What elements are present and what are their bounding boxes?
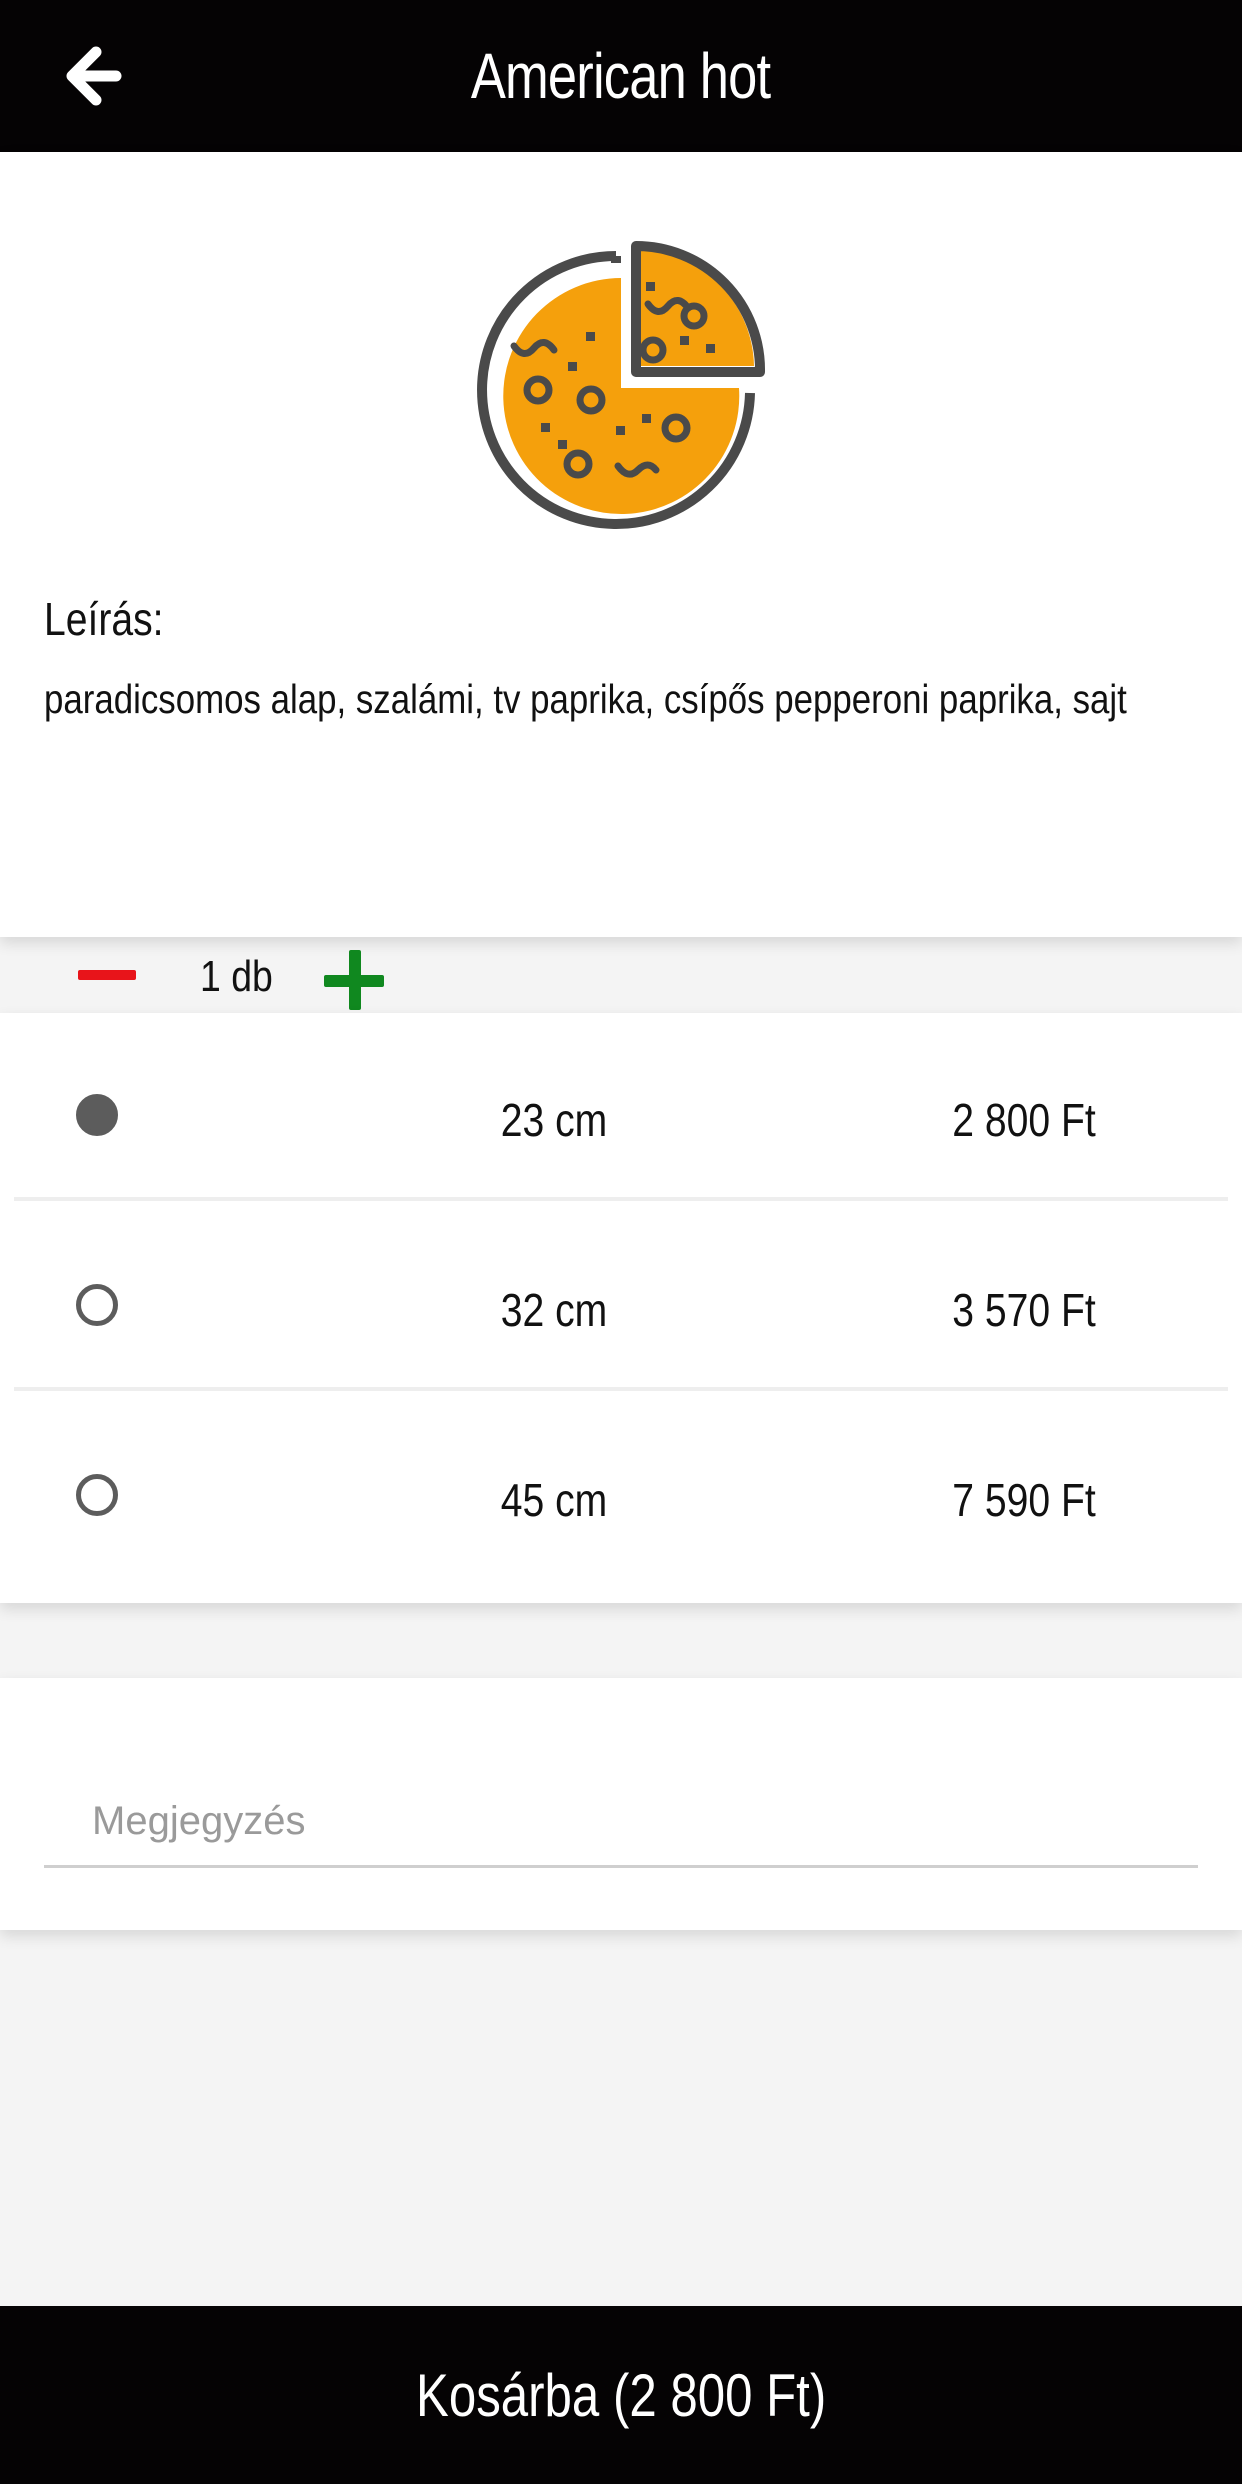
add-to-cart-label: Kosárba (2 800 Ft) xyxy=(415,2361,827,2429)
price-label: 7 590 Ft xyxy=(952,1474,1096,1526)
price-label: 2 800 Ft xyxy=(952,1094,1096,1146)
size-option-45cm[interactable]: 45 cm 7 590 Ft xyxy=(14,1393,1228,1581)
description-label: Leírás: xyxy=(44,593,164,645)
pizza-icon xyxy=(466,238,776,548)
size-label: 32 cm xyxy=(500,1284,608,1336)
price-label: 3 570 Ft xyxy=(952,1284,1096,1336)
size-label: 45 cm xyxy=(500,1474,608,1526)
add-to-cart-button[interactable]: Kosárba (2 800 Ft) xyxy=(0,2306,1242,2484)
back-button[interactable] xyxy=(52,36,132,116)
radio-selected[interactable] xyxy=(76,1094,118,1136)
note-input[interactable] xyxy=(44,1778,1198,1868)
quantity-value: 1 db xyxy=(200,952,273,1001)
radio-unselected[interactable] xyxy=(76,1284,118,1326)
size-option-32cm[interactable]: 32 cm 3 570 Ft xyxy=(14,1203,1228,1391)
increase-quantity-button[interactable] xyxy=(322,948,388,1014)
arrow-left-icon xyxy=(66,46,122,106)
size-option-23cm[interactable]: 23 cm 2 800 Ft xyxy=(14,1013,1228,1201)
decrease-quantity-button[interactable] xyxy=(72,942,142,1012)
note-card xyxy=(0,1678,1242,1930)
product-card: Leírás: paradicsomos alap, szalámi, tv p… xyxy=(0,152,1242,1010)
size-options-card: 23 cm 2 800 Ft 32 cm 3 570 Ft 45 cm 7 59… xyxy=(0,1013,1242,1603)
page-title: American hot xyxy=(471,40,771,112)
description-text: paradicsomos alap, szalámi, tv paprika, … xyxy=(44,676,1127,722)
radio-unselected[interactable] xyxy=(76,1474,118,1516)
app-header: American hot xyxy=(0,0,1242,152)
size-label: 23 cm xyxy=(500,1094,608,1146)
